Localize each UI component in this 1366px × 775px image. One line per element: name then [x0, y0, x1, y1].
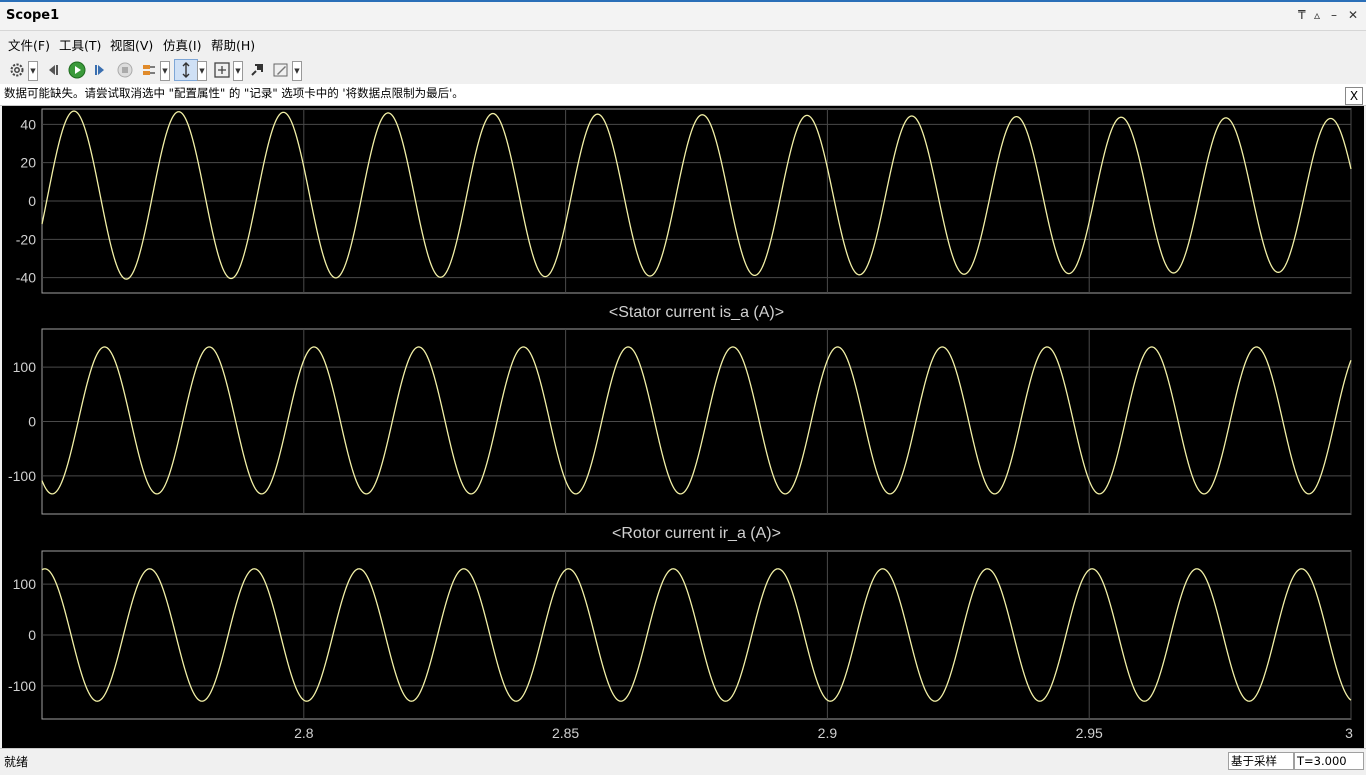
x-tick-label: 2.85: [552, 725, 579, 741]
stop-icon[interactable]: [116, 60, 134, 80]
toolbar: ▼ ▼ ▼ ▼ ▼: [0, 56, 1366, 85]
y-tick-label: 0: [28, 193, 36, 209]
signal-trace: [41, 110, 1352, 280]
y-tick-label: 20: [20, 155, 36, 171]
autoscale-icon[interactable]: [212, 60, 232, 80]
plot-title: <Rotor current ir_a (A)>: [612, 525, 781, 542]
x-tick-label: 2.8: [294, 725, 314, 741]
menu-tools[interactable]: 工具(T): [59, 35, 101, 54]
window-title: Scope1: [6, 8, 60, 23]
y-tick-label: -100: [8, 468, 36, 484]
y-tick-label: 0: [28, 627, 36, 643]
signal-trace: [41, 346, 1352, 495]
step-forward-icon[interactable]: [91, 60, 109, 80]
y-tick-label: 0: [28, 414, 36, 430]
status-bar: 就绪 基于采样 T=3.000: [0, 748, 1366, 775]
title-bar: Scope1 ₸ ▵ – ✕: [0, 2, 1366, 31]
menu-view[interactable]: 视图(V): [110, 35, 153, 54]
x-tick-label: 3: [1345, 725, 1353, 741]
y-tick-label: -100: [8, 678, 36, 694]
style-pen-icon[interactable]: [272, 60, 290, 80]
scope-plots[interactable]: -40 -20 0 20 40 -100 0 100 <Stator current is_a …: [2, 106, 1364, 748]
zoom-dropdown-arrow[interactable]: ▼: [197, 61, 207, 81]
minimize-icon[interactable]: –: [1331, 8, 1337, 22]
signal-select-dropdown-arrow[interactable]: ▼: [160, 61, 170, 81]
warning-bar: 数据可能缺失。请尝试取消选中 "配置属性" 的 "记录" 选项卡中的 '将数据点…: [0, 84, 1366, 106]
menu-file[interactable]: 文件(F): [8, 35, 50, 54]
close-icon[interactable]: ✕: [1348, 8, 1358, 22]
scope-display: -40 -20 0 20 40 -100 0 100 <Stator current is_a …: [2, 106, 1364, 748]
x-tick-label: 2.95: [1076, 725, 1103, 741]
y-tick-label: 100: [13, 576, 37, 592]
x-tick-label: 2.9: [818, 725, 838, 741]
sample-mode-indicator: 基于采样: [1228, 752, 1294, 770]
menu-help[interactable]: 帮助(H): [211, 35, 255, 54]
pin-icon[interactable]: ₸: [1298, 8, 1306, 22]
settings-gear-icon[interactable]: [8, 60, 26, 80]
status-text: 就绪: [4, 755, 29, 769]
autoscale-dropdown-arrow[interactable]: ▼: [233, 61, 243, 81]
style-dropdown-arrow[interactable]: ▼: [292, 61, 302, 81]
y-tick-label: -20: [16, 231, 36, 247]
signal-select-icon[interactable]: [140, 60, 158, 80]
settings-dropdown-arrow[interactable]: ▼: [28, 61, 38, 81]
highlight-simulink-block-icon[interactable]: [248, 60, 266, 80]
y-tick-label: 40: [20, 116, 36, 132]
time-indicator: T=3.000: [1294, 752, 1364, 770]
y-tick-label: -40: [16, 270, 36, 286]
undock-icon[interactable]: ▵: [1314, 8, 1320, 22]
plot-title: <Stator current is_a (A)>: [609, 304, 784, 321]
menu-bar: 文件(F) 工具(T) 视图(V) 仿真(I) 帮助(H): [0, 32, 1366, 54]
warning-message: 数据可能缺失。请尝试取消选中 "配置属性" 的 "记录" 选项卡中的 '将数据点…: [4, 86, 464, 100]
menu-simulation[interactable]: 仿真(I): [163, 35, 201, 54]
run-icon[interactable]: [67, 60, 87, 80]
zoom-y-icon[interactable]: [174, 59, 198, 81]
warning-close-button[interactable]: X: [1345, 87, 1363, 105]
step-back-icon[interactable]: [44, 60, 62, 80]
y-tick-label: 100: [13, 359, 37, 375]
